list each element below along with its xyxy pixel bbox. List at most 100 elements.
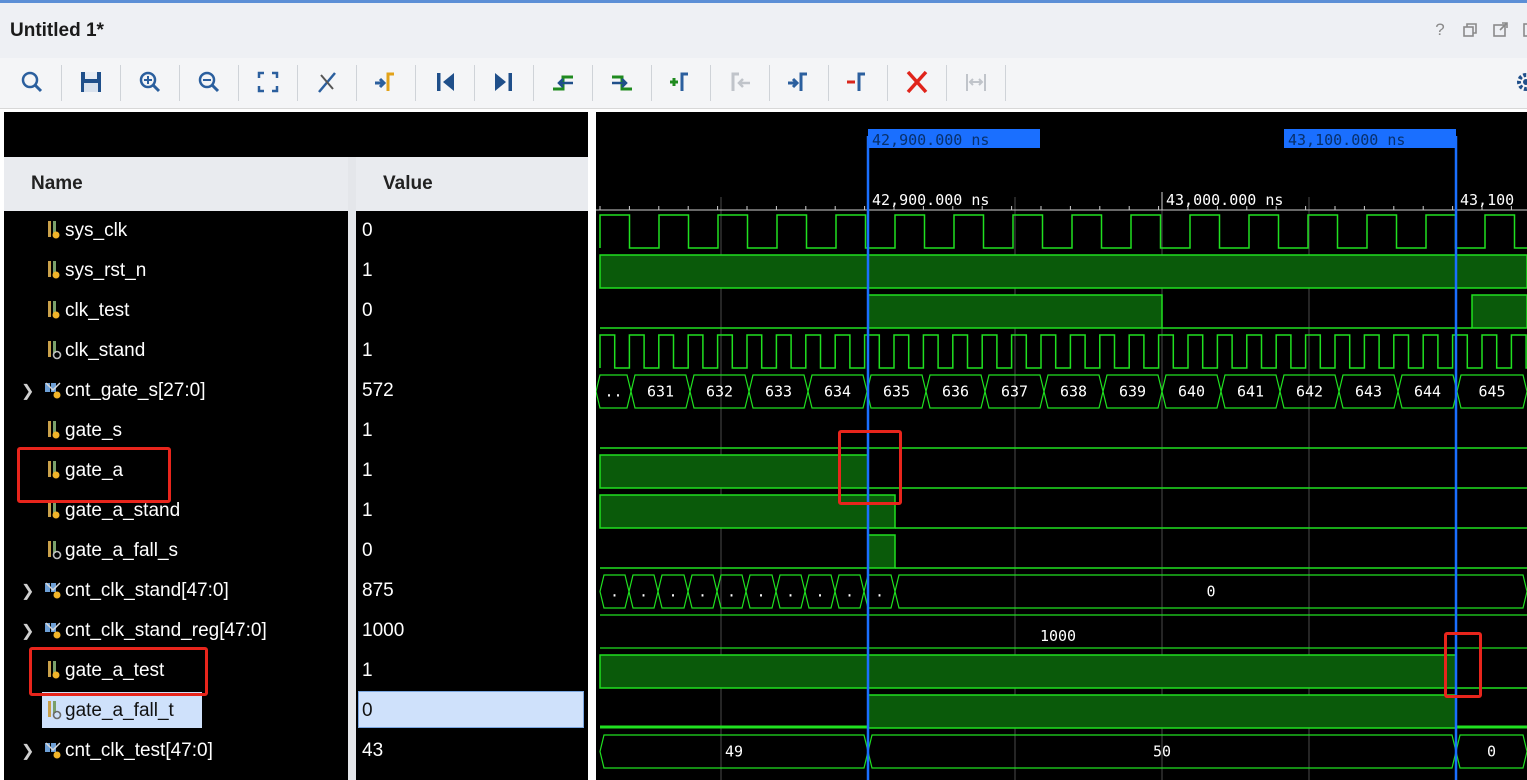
zoom-out-icon[interactable] [193,67,225,97]
high-level-waveform [867,694,1457,729]
signal-name: gate_a_stand [65,500,181,521]
go-to-start-icon[interactable] [429,67,461,97]
signal-out-icon [48,261,60,279]
window-title: Untitled 1* [10,20,104,41]
bus-value-label: 643 [1355,383,1382,401]
high-level-waveform [599,654,1457,689]
signal-row[interactable]: clk_test 0 [4,291,588,331]
signal-name: clk_test [65,300,130,321]
signal-name: gate_a_fall_t [65,700,174,721]
bus-value-label: . [756,583,765,601]
signal-row[interactable]: gate_s 1 [4,411,588,451]
bus-value-label: . [727,583,736,601]
signal-value: 875 [362,580,394,601]
restore-icon[interactable] [1459,19,1481,41]
go-to-end-icon[interactable] [488,67,520,97]
close-icon[interactable] [1517,19,1527,41]
cursor-snap-icon[interactable] [311,67,343,97]
expand-chevron-icon[interactable]: ❯ [21,381,34,401]
value-column-header[interactable]: Value [356,157,588,211]
signal-row[interactable]: ❯ cnt_gate_s[27:0] 572 [4,371,588,411]
high-level-waveform [867,534,896,569]
signal-in-icon [48,701,62,720]
bus-value-label: 49 [725,743,743,761]
clock-waveform [599,214,1527,249]
ruler-tick-label: 43,100 [1460,191,1514,209]
signal-value: 0 [362,220,373,241]
bus-icon [45,582,61,599]
marker-time-label: 42,900.000 ns [872,131,989,149]
signal-row[interactable]: clk_stand 1 [4,331,588,371]
highlight-gate-a-fall-edge [838,430,902,505]
maximize-icon[interactable] [1489,19,1511,41]
bus-value-label: 631 [647,383,674,401]
save-icon[interactable] [75,67,107,97]
bus-value-label: . [815,583,824,601]
bus-value-label: 637 [1001,383,1028,401]
signal-name: clk_stand [65,340,146,361]
bus-value-label: 635 [883,383,910,401]
signal-value: 1 [362,260,373,281]
signal-row[interactable]: ❯ cnt_clk_stand[47:0] 875 [4,571,588,611]
ruler-tick-label: 42,900.000 ns [872,191,989,209]
signal-value: 572 [362,380,394,401]
search-icon[interactable] [16,67,48,97]
bus-value-label: 0 [1206,583,1215,601]
bus-icon [45,622,61,639]
swap-cursors-icon[interactable] [960,67,992,97]
signal-name: cnt_gate_s[27:0] [65,380,206,401]
previous-marker-icon[interactable] [724,67,756,97]
signal-name: gate_s [65,420,123,441]
zoom-in-icon[interactable] [134,67,166,97]
bus-value-label: .. [604,383,622,401]
previous-transition-icon[interactable] [547,67,579,97]
bus-value-label: 636 [942,383,969,401]
bus-value-label: 640 [1178,383,1205,401]
signal-name: sys_clk [65,220,128,241]
signal-value: 0 [362,540,373,561]
go-to-cursor-icon[interactable] [370,67,402,97]
ruler-tick-label: 43,000.000 ns [1166,191,1283,209]
signal-name: cnt_clk_stand[47:0] [65,580,229,601]
signal-out-icon [48,421,60,439]
help-icon[interactable]: ? [1429,19,1451,41]
window-title-bar: Untitled 1* ? [0,0,1527,58]
signal-in-icon [48,541,62,560]
signal-row[interactable]: ❯ cnt_clk_test[47:0] 43 [4,731,588,771]
bus-value-label: 0 [1487,743,1496,761]
add-marker-icon[interactable] [665,67,697,97]
bus-value-label: 634 [824,383,851,401]
next-marker-icon[interactable] [783,67,815,97]
next-transition-icon[interactable] [606,67,638,97]
signal-value: 1 [362,460,373,481]
bus-value-label: 638 [1060,383,1087,401]
bus-value-label: 645 [1478,383,1505,401]
waveform-canvas[interactable]: 42,900.000 ns 43,000.000 ns 43,100.. 631 632… [596,112,1527,780]
bus-value-label: . [845,583,854,601]
bus-value-label: . [786,583,795,601]
signal-value: 0 [362,700,373,721]
settings-icon[interactable] [1510,67,1527,97]
selection-highlight [358,691,584,728]
signal-row[interactable]: sys_rst_n 1 [4,251,588,291]
bus-value-label: . [668,583,677,601]
signal-value: 0 [362,300,373,321]
expand-chevron-icon[interactable]: ❯ [21,741,34,761]
bus-value-label: . [875,583,884,601]
expand-chevron-icon[interactable]: ❯ [21,621,34,641]
zoom-fit-icon[interactable] [252,67,284,97]
signal-row[interactable]: sys_clk 0 [4,211,588,251]
expand-chevron-icon[interactable]: ❯ [21,581,34,601]
signal-out-icon [48,221,60,239]
signal-row[interactable]: gate_a_fall_s 0 [4,531,588,571]
delete-marker-icon[interactable] [842,67,874,97]
highlight-gate-a-test-name [29,647,208,696]
bus-value-label: . [610,583,619,601]
name-column-header[interactable]: Name [4,157,348,211]
signal-row[interactable]: ❯ cnt_clk_stand_reg[47:0] 1000 [4,611,588,651]
bus-icon [45,382,61,399]
waveform-panel[interactable]: 42,900.000 ns 43,000.000 ns 43,100.. 631 632… [596,112,1527,780]
delete-all-markers-icon[interactable] [901,67,933,97]
signal-row[interactable]: gate_a_fall_t 0 [4,691,588,731]
signal-value: 1 [362,500,373,521]
